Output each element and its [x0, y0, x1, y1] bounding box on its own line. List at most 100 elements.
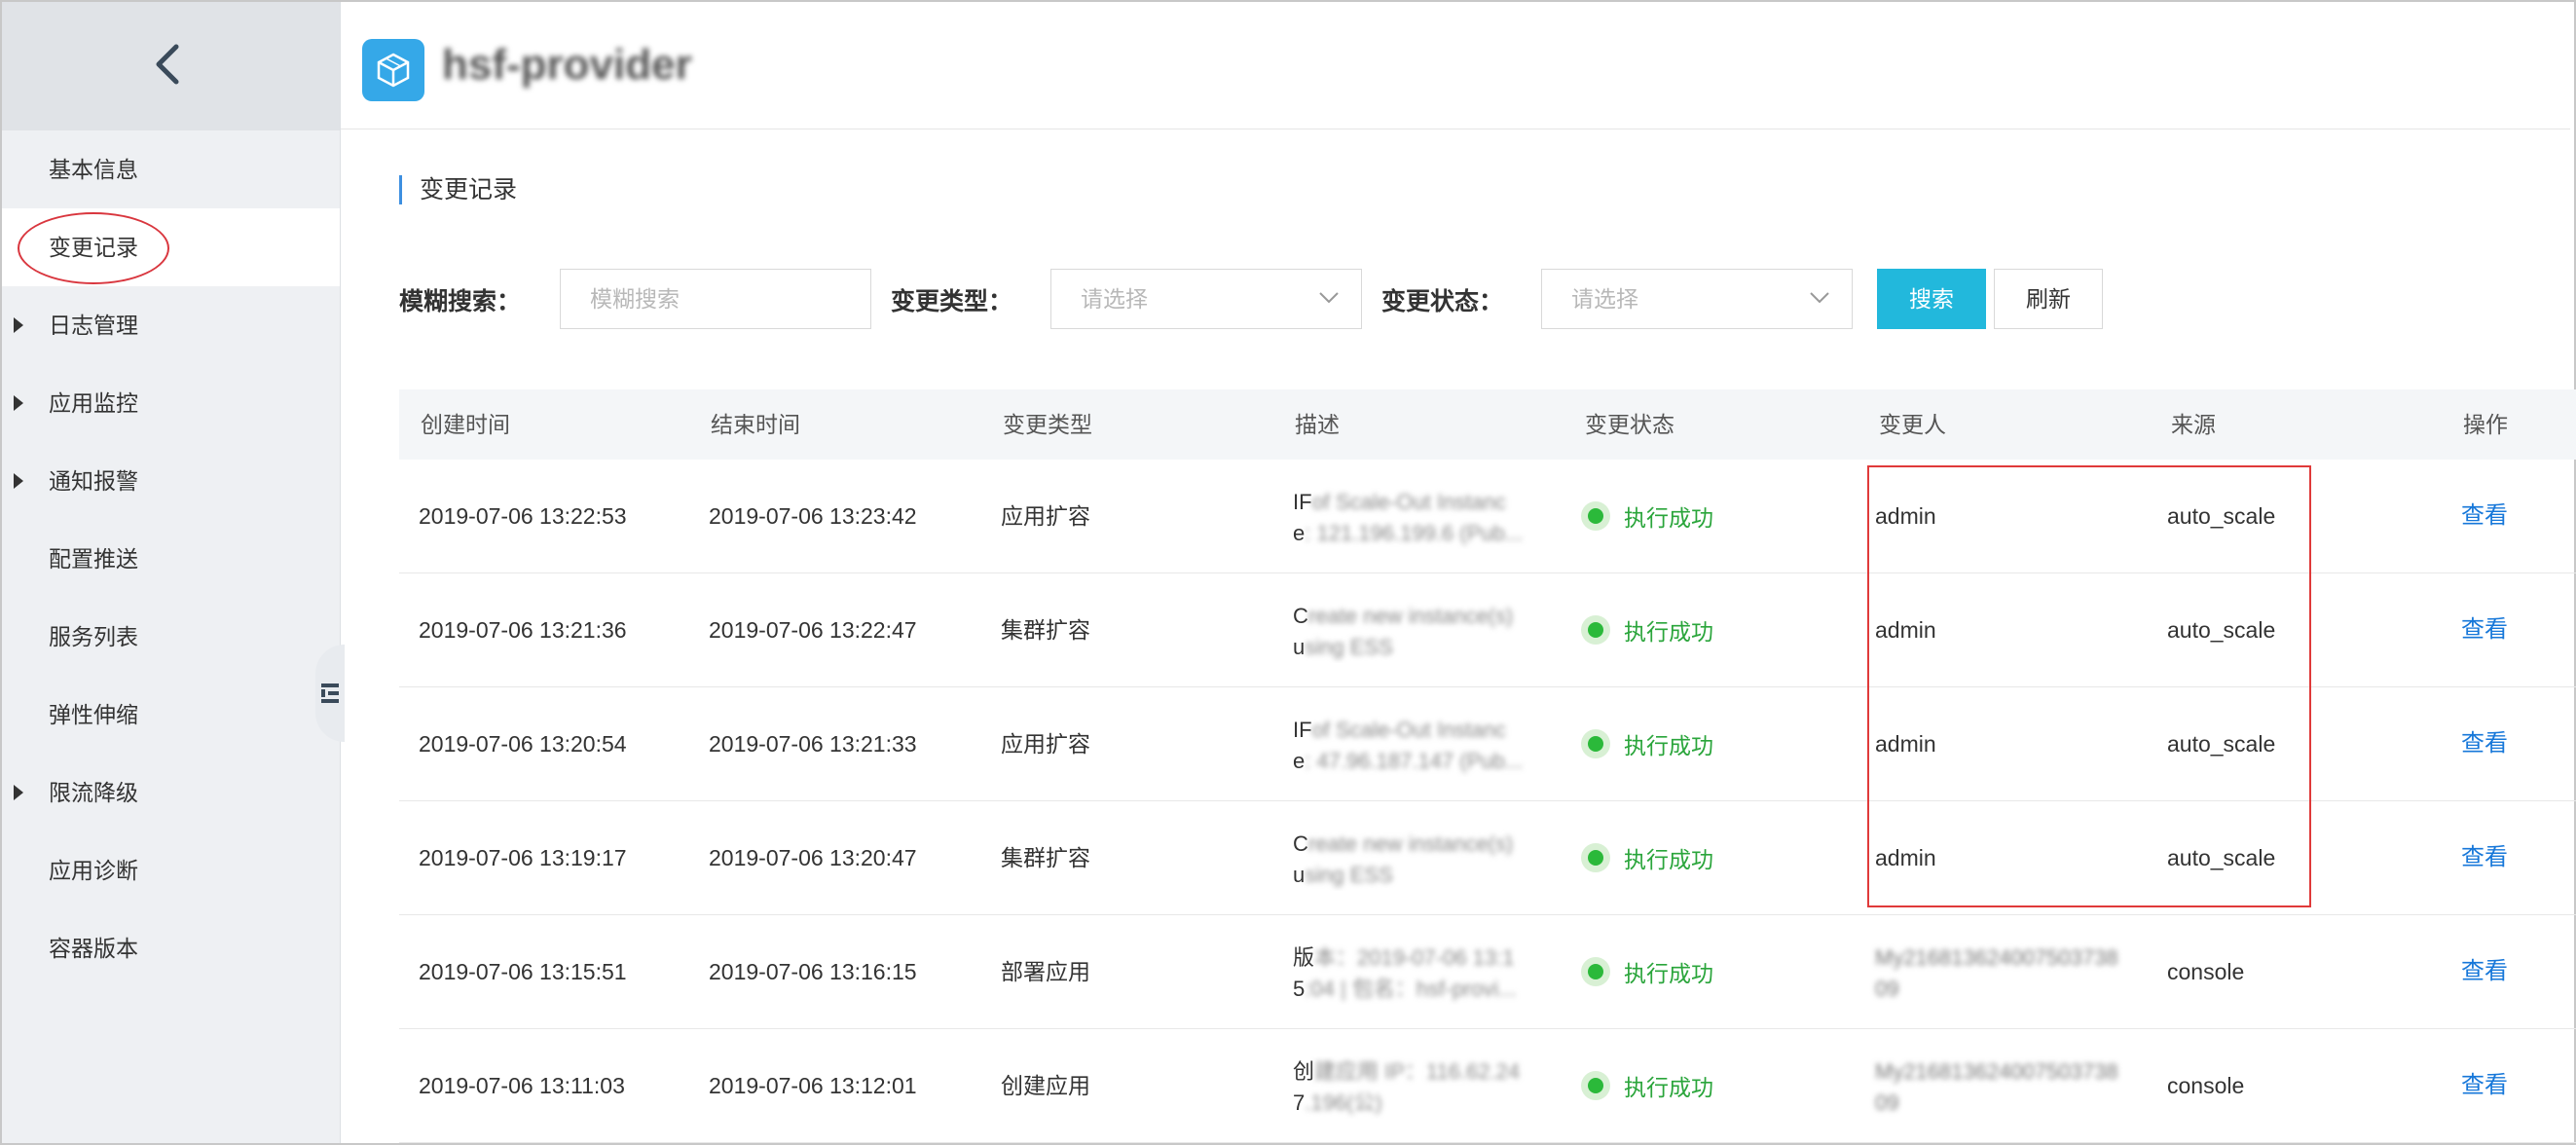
- operator-cell: admin: [1875, 617, 1936, 643]
- description-line: 创建应用 IP：116.62.24: [1293, 1056, 1527, 1088]
- view-link[interactable]: 查看: [2461, 801, 2508, 914]
- column-header: 变更状态: [1585, 412, 1674, 437]
- success-dot-icon: [1581, 615, 1610, 645]
- status-cell: 执行成功: [1581, 573, 1713, 686]
- sidebar-item-label: 通知报警: [49, 468, 138, 494]
- table-row: 2019-07-06 13:15:51 2019-07-06 13:16:15 部署…: [399, 915, 2576, 1029]
- change-type-cell: 应用扩容: [1001, 503, 1090, 529]
- sidebar-item[interactable]: 基本信息: [2, 130, 340, 208]
- description-line: IFof Scale-Out Instanc: [1293, 715, 1527, 746]
- sidebar-item[interactable]: 应用监控: [2, 364, 340, 442]
- description-line: e: 47.96.187.147 (Pub...: [1293, 746, 1527, 777]
- operator-cell: My21681362400750373809: [1875, 1059, 2118, 1115]
- source-cell: auto_scale: [2167, 617, 2276, 643]
- table-row: 2019-07-06 13:22:53 2019-07-06 13:23:42 应用…: [399, 460, 2576, 573]
- description-cell: Create new instance(s) using ESS: [1293, 601, 1527, 663]
- description-start: e: [1293, 749, 1306, 773]
- sidebar-item[interactable]: 日志管理: [2, 286, 340, 364]
- created-time-cell: 2019-07-06 13:11:03: [419, 1073, 625, 1098]
- sidebar-item[interactable]: 变更记录: [2, 208, 340, 286]
- source-cell: auto_scale: [2167, 503, 2276, 529]
- caret-right-icon: [14, 785, 23, 800]
- view-link[interactable]: 查看: [2461, 1029, 2508, 1142]
- success-dot-icon: [1581, 843, 1610, 872]
- status-text: 执行成功: [1624, 961, 1713, 986]
- description-start: 5: [1293, 977, 1306, 1001]
- chevron-left-icon: [156, 44, 179, 85]
- sidebar-item[interactable]: 限流降级: [2, 754, 340, 831]
- change-type-cell: 应用扩容: [1001, 731, 1090, 757]
- change-status-placeholder: 请选择: [1571, 286, 1638, 312]
- status-cell: 执行成功: [1581, 915, 1713, 1028]
- view-link[interactable]: 查看: [2461, 915, 2508, 1028]
- column-header: 变更人: [1879, 412, 1946, 437]
- description-blurred: : 121.196.199.6 (Pub...: [1305, 521, 1524, 545]
- status-text: 执行成功: [1624, 733, 1713, 758]
- view-link[interactable]: 查看: [2461, 687, 2508, 800]
- sidebar-item[interactable]: 配置推送: [2, 520, 340, 598]
- end-time-cell: 2019-07-06 13:12:01: [709, 1073, 917, 1098]
- cube-icon: [377, 53, 410, 88]
- description-cell: 版本：2019-07-06 13:1 5:04 | 包名：hsf-provi...: [1293, 942, 1527, 1005]
- description-blurred: :04 | 包名：hsf-provi...: [1305, 977, 1517, 1001]
- description-start: 7: [1293, 1090, 1306, 1115]
- sidebar-item-label: 应用监控: [49, 390, 138, 416]
- sidebar-item-label: 配置推送: [49, 546, 138, 572]
- sidebar-item[interactable]: 服务列表: [2, 598, 340, 676]
- view-link[interactable]: 查看: [2461, 460, 2508, 572]
- change-type-cell: 集群扩容: [1001, 845, 1090, 870]
- caret-right-icon: [14, 317, 23, 333]
- sidebar-item-label: 应用诊断: [49, 858, 138, 883]
- description-start: IF: [1293, 718, 1312, 742]
- description-start: e: [1293, 521, 1306, 545]
- source-cell: console: [2167, 959, 2245, 984]
- description-cell: 创建应用 IP：116.62.24 7.196(公): [1293, 1056, 1527, 1119]
- sidebar-item[interactable]: 应用诊断: [2, 831, 340, 909]
- status-cell: 执行成功: [1581, 460, 1713, 572]
- change-type-label: 变更类型：: [891, 288, 1013, 315]
- description-cell: Create new instance(s) using ESS: [1293, 829, 1527, 891]
- source-cell: console: [2167, 1073, 2245, 1098]
- sidebar-item-label: 限流降级: [49, 780, 138, 805]
- refresh-button[interactable]: 刷新: [1994, 269, 2103, 329]
- sidebar: 基本信息 变更记录日志管理应用监控通知报警配置推送服务列表 弹性伸缩限流降级应用诊断…: [2, 2, 345, 1143]
- created-time-cell: 2019-07-06 13:20:54: [419, 731, 627, 757]
- fuzzy-search-placeholder: 模糊搜索: [590, 286, 680, 312]
- sidebar-item-label: 容器版本: [49, 936, 138, 961]
- fuzzy-search-input[interactable]: 模糊搜索: [560, 269, 871, 329]
- operator-cell: My21681362400750373809: [1875, 945, 2118, 1001]
- view-link[interactable]: 查看: [2461, 573, 2508, 686]
- chevron-down-icon: [1319, 292, 1339, 304]
- source-cell: auto_scale: [2167, 845, 2276, 870]
- description-start: C: [1293, 604, 1308, 628]
- sidebar-item[interactable]: 弹性伸缩: [2, 676, 340, 754]
- status-cell: 执行成功: [1581, 801, 1713, 914]
- highlight-circle-annotation: [18, 212, 169, 284]
- app-logo: [362, 39, 424, 101]
- description-blurred: 建应用 IP：116.62.24: [1314, 1059, 1521, 1084]
- sidebar-collapse-toggle[interactable]: [315, 645, 345, 742]
- column-header: 创建时间: [421, 412, 510, 437]
- description-line: IFof Scale-Out Instanc: [1293, 487, 1527, 518]
- description-line: Create new instance(s): [1293, 601, 1527, 632]
- status-cell: 执行成功: [1581, 687, 1713, 800]
- search-button[interactable]: 搜索: [1877, 269, 1986, 329]
- change-type-cell: 部署应用: [1001, 959, 1090, 984]
- sidebar-item-label: 日志管理: [49, 313, 138, 338]
- table-row: 2019-07-06 13:20:54 2019-07-06 13:21:33 应用…: [399, 687, 2576, 801]
- description-start: IF: [1293, 490, 1312, 514]
- sidebar-item[interactable]: 通知报警: [2, 442, 340, 520]
- sidebar-item[interactable]: 容器版本: [2, 909, 340, 987]
- description-line: e: 121.196.199.6 (Pub...: [1293, 518, 1527, 549]
- table-header: 创建时间 结束时间 变更类型 描述 变更状态 变更人 来源 操作: [399, 389, 2576, 460]
- description-line: Create new instance(s): [1293, 829, 1527, 860]
- change-type-select[interactable]: 请选择: [1050, 269, 1362, 329]
- description-start: C: [1293, 831, 1308, 856]
- created-time-cell: 2019-07-06 13:19:17: [419, 845, 627, 870]
- description-blurred: 本：2019-07-06 13:1: [1314, 945, 1515, 970]
- back-button[interactable]: [138, 35, 197, 93]
- description-start: u: [1293, 635, 1306, 659]
- description-line: 7.196(公): [1293, 1088, 1527, 1119]
- status-text: 执行成功: [1624, 1075, 1713, 1100]
- change-status-select[interactable]: 请选择: [1541, 269, 1853, 329]
